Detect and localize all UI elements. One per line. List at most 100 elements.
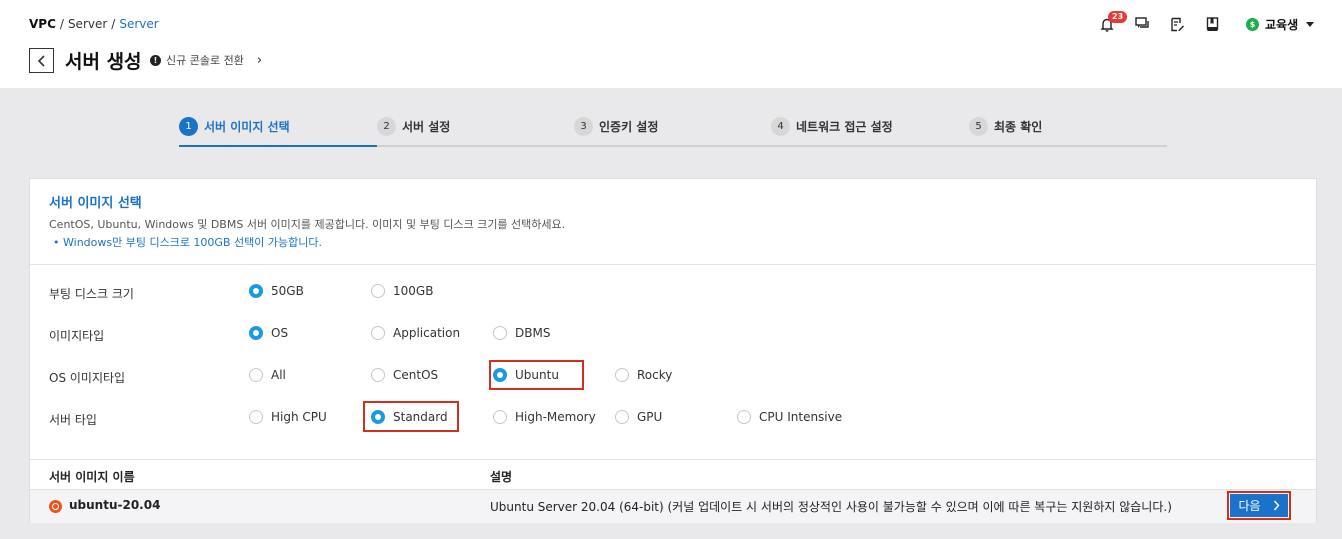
- image-table-header: 서버 이미지 이름 설명: [30, 459, 1316, 490]
- radio-label: High-Memory: [515, 410, 596, 424]
- radio-image-application[interactable]: Application: [371, 323, 460, 343]
- back-button[interactable]: [29, 48, 54, 73]
- radio-label: OS: [271, 326, 289, 340]
- step-label: 서버 이미지 선택: [204, 120, 290, 134]
- section-note: • Windows만 부팅 디스크로 100GB 선택이 가능합니다.: [53, 236, 322, 249]
- switch-console-label: 신규 콘솔로 전환: [166, 54, 244, 67]
- header-toolbar: 23 $ 교육생: [1098, 11, 1315, 34]
- radio-label: GPU: [637, 410, 663, 424]
- radio-os-ubuntu[interactable]: Ubuntu: [493, 365, 559, 385]
- step-progress: 1 서버 이미지 선택 2 서버 설정 3 인증키 설정 4 네트워크 접근 설…: [179, 117, 1167, 147]
- manual-button[interactable]: [1203, 14, 1221, 34]
- notification-badge: 23: [1108, 11, 1128, 23]
- next-button[interactable]: 다음: [1230, 494, 1288, 517]
- column-header-name: 서버 이미지 이름: [49, 470, 135, 484]
- chat-button[interactable]: [1133, 14, 1151, 34]
- radio-checked-icon: [249, 284, 263, 298]
- radio-unchecked-icon: [493, 326, 507, 340]
- step-number: 3: [574, 117, 593, 136]
- radio-label: 50GB: [271, 284, 304, 298]
- step-2[interactable]: 2 서버 설정: [377, 117, 450, 136]
- radio-os-centos[interactable]: CentOS: [371, 365, 438, 385]
- chat-icon: [1134, 17, 1149, 28]
- radio-type-high-memory[interactable]: High-Memory: [493, 407, 596, 427]
- radio-label: CPU Intensive: [759, 410, 843, 424]
- image-description: Ubuntu Server 20.04 (64-bit) (커널 업데이트 시 …: [490, 500, 1172, 514]
- boot-disk-label: 부팅 디스크 크기: [49, 287, 134, 301]
- coin-icon: $: [1246, 17, 1259, 31]
- breadcrumb: VPC / Server / Server: [29, 17, 159, 31]
- radio-os-rocky[interactable]: Rocky: [615, 365, 672, 385]
- edit-note-icon: [1170, 17, 1184, 31]
- caret-down-icon: [1306, 21, 1315, 27]
- step-5[interactable]: 5 최종 확인: [969, 117, 1042, 136]
- radio-label: All: [271, 368, 286, 382]
- step-number: 2: [377, 117, 396, 136]
- radio-unchecked-icon: [249, 368, 263, 382]
- radio-unchecked-icon: [371, 368, 385, 382]
- radio-label: DBMS: [515, 326, 551, 340]
- breadcrumb-vpc[interactable]: VPC: [29, 17, 56, 31]
- radio-checked-icon: [371, 410, 385, 424]
- radio-type-standard[interactable]: Standard: [371, 407, 448, 427]
- step-1[interactable]: 1 서버 이미지 선택: [179, 117, 290, 136]
- radio-checked-icon: [493, 368, 507, 382]
- user-menu[interactable]: $ 교육생: [1246, 16, 1315, 33]
- radio-unchecked-icon: [615, 368, 629, 382]
- radio-label: 100GB: [393, 284, 434, 298]
- radio-unchecked-icon: [737, 410, 751, 424]
- radio-label: Ubuntu: [515, 368, 559, 382]
- radio-unchecked-icon: [493, 410, 507, 424]
- radio-checked-icon: [249, 326, 263, 340]
- chevron-right-icon: ›: [256, 52, 263, 68]
- radio-boot-50gb[interactable]: 50GB: [249, 281, 304, 301]
- radio-image-dbms[interactable]: DBMS: [493, 323, 550, 343]
- ubuntu-logo-icon: [49, 500, 62, 513]
- divider: [30, 264, 1316, 265]
- step-3[interactable]: 3 인증키 설정: [574, 117, 658, 136]
- next-button-label: 다음: [1238, 499, 1261, 513]
- user-name: 교육생: [1265, 17, 1299, 32]
- radio-image-os[interactable]: OS: [249, 323, 288, 343]
- server-type-label: 서버 타입: [49, 413, 97, 427]
- step-label: 네트워크 접근 설정: [796, 120, 893, 134]
- step-label: 서버 설정: [402, 120, 451, 134]
- chevron-left-icon: [37, 54, 45, 67]
- notification-button[interactable]: 23: [1098, 11, 1128, 34]
- server-image-card: 서버 이미지 선택 CentOS, Ubuntu, Windows 및 DBMS…: [29, 178, 1317, 523]
- radio-type-cpu-intensive[interactable]: CPU Intensive: [737, 407, 842, 427]
- step-number: 5: [969, 117, 988, 136]
- radio-label: CentOS: [393, 368, 439, 382]
- radio-unchecked-icon: [371, 284, 385, 298]
- step-label: 인증키 설정: [599, 120, 659, 134]
- radio-label: High CPU: [271, 410, 327, 424]
- radio-type-gpu[interactable]: GPU: [615, 407, 662, 427]
- image-name: ubuntu-20.04: [69, 498, 161, 512]
- info-icon: !: [150, 54, 161, 66]
- book-icon: [1206, 16, 1218, 31]
- switch-console-link[interactable]: ! 신규 콘솔로 전환 ›: [150, 52, 262, 68]
- step-number: 4: [771, 117, 790, 136]
- section-description: CentOS, Ubuntu, Windows 및 DBMS 서버 이미지를 제…: [49, 218, 566, 231]
- radio-unchecked-icon: [249, 410, 263, 424]
- image-type-label: 이미지타입: [49, 329, 105, 343]
- step-number: 1: [179, 117, 198, 136]
- page-header: VPC / Server / Server 서버 생성 ! 신규 콘솔로 전환 › …: [0, 0, 1342, 88]
- breadcrumb-server[interactable]: Server: [68, 17, 107, 31]
- column-header-description: 설명: [490, 470, 513, 484]
- table-row[interactable]: ubuntu-20.04 Ubuntu Server 20.04 (64-bit…: [30, 490, 1316, 523]
- step-label: 최종 확인: [994, 120, 1043, 134]
- radio-label: Standard: [393, 410, 448, 424]
- radio-label: Rocky: [637, 368, 673, 382]
- radio-unchecked-icon: [371, 326, 385, 340]
- os-image-type-label: OS 이미지타입: [49, 371, 126, 385]
- section-title: 서버 이미지 선택: [49, 196, 142, 211]
- radio-boot-100gb[interactable]: 100GB: [371, 281, 433, 301]
- radio-label: Application: [393, 326, 461, 340]
- edit-note-button[interactable]: [1168, 14, 1186, 34]
- step-4[interactable]: 4 네트워크 접근 설정: [771, 117, 893, 136]
- breadcrumb-server-current[interactable]: Server: [119, 17, 158, 31]
- radio-os-all[interactable]: All: [249, 365, 286, 385]
- radio-unchecked-icon: [615, 410, 629, 424]
- radio-type-high-cpu[interactable]: High CPU: [249, 407, 327, 427]
